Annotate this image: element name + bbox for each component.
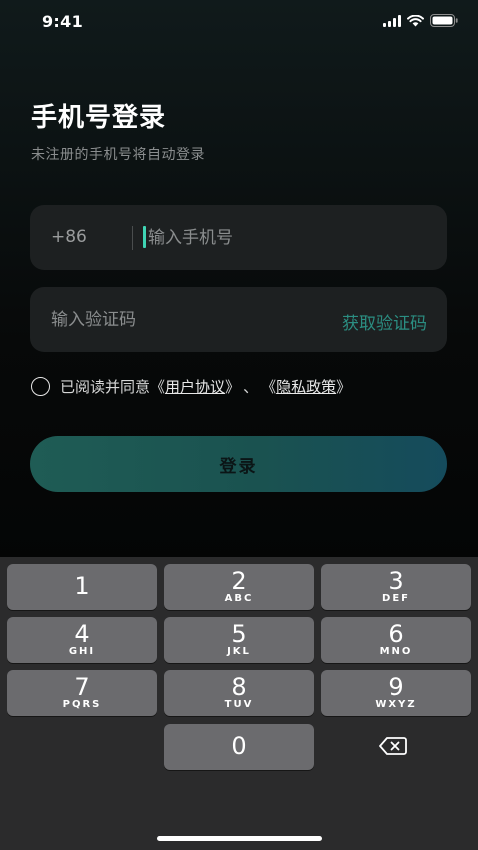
login-button[interactable]: 登录: [30, 436, 447, 492]
key-digit: 7: [74, 673, 90, 701]
key-digit: 9: [388, 673, 404, 701]
key-1[interactable]: 1: [7, 564, 157, 610]
user-agreement-close-bracket: 》: [225, 378, 241, 396]
key-letters: DEF: [382, 593, 410, 604]
key-digit: 1: [74, 572, 90, 600]
privacy-policy-link[interactable]: 隐私政策: [276, 376, 336, 397]
verification-code-input[interactable]: [51, 306, 301, 334]
key-digit: 4: [74, 620, 90, 648]
key-digit: 3: [388, 567, 404, 595]
key-letters: TUV: [224, 699, 254, 710]
user-agreement-link[interactable]: 用户协议: [165, 376, 225, 397]
wifi-icon: [407, 14, 424, 27]
key-5[interactable]: 5 JKL: [164, 617, 314, 663]
text-caret: [143, 226, 146, 248]
key-2[interactable]: 2 ABC: [164, 564, 314, 610]
key-letters: JKL: [227, 646, 251, 657]
agree-checkbox[interactable]: [31, 377, 50, 396]
key-letters: ABC: [224, 593, 254, 604]
verification-code-field[interactable]: 获取验证码: [30, 287, 447, 352]
key-0[interactable]: 0: [164, 724, 314, 770]
cellular-signal-icon: [383, 14, 401, 27]
agreement-row: 已阅读并同意 《 用户协议 》 、 《 隐私政策 》: [31, 376, 351, 397]
agreement-prefix: 已阅读并同意: [60, 378, 151, 396]
get-code-button[interactable]: 获取验证码: [342, 309, 427, 334]
status-icons: [383, 14, 458, 27]
phone-input[interactable]: [148, 224, 428, 252]
privacy-open-bracket: 《: [261, 378, 277, 396]
status-bar: 9:41: [0, 0, 478, 44]
field-divider: [132, 226, 133, 250]
key-6[interactable]: 6 MNO: [321, 617, 471, 663]
key-letters: GHI: [68, 646, 96, 657]
key-9[interactable]: 9 WXYZ: [321, 670, 471, 716]
page-title: 手机号登录: [31, 103, 167, 133]
phone-field[interactable]: +86: [30, 205, 447, 270]
key-letters: MNO: [379, 646, 413, 657]
key-8[interactable]: 8 TUV: [164, 670, 314, 716]
agreement-separator: 、: [243, 378, 259, 396]
key-digit: 0: [231, 732, 247, 760]
key-4[interactable]: 4 GHI: [7, 617, 157, 663]
privacy-close-bracket: 》: [336, 378, 352, 396]
key-3[interactable]: 3 DEF: [321, 564, 471, 610]
key-digit: 8: [231, 673, 247, 701]
key-digit: 6: [388, 620, 404, 648]
key-letters: WXYZ: [375, 699, 417, 710]
numeric-keyboard: 1 2 ABC 3 DEF 4 GHI 5 JKL 6 MNO 7 PQRS 8…: [0, 557, 478, 850]
battery-icon: [430, 14, 458, 27]
backspace-icon[interactable]: [378, 736, 414, 760]
key-7[interactable]: 7 PQRS: [7, 670, 157, 716]
key-letters: PQRS: [62, 699, 102, 710]
login-screen: 9:41 手机号登录 未注册的手机号将自动登录 +86 输入手机号 输入验证码 …: [0, 0, 478, 850]
page-subtitle: 未注册的手机号将自动登录: [31, 147, 205, 163]
key-digit: 5: [231, 620, 247, 648]
home-indicator: [157, 836, 322, 841]
user-agreement-open-bracket: 《: [150, 378, 166, 396]
status-time: 9:41: [42, 12, 83, 31]
country-code[interactable]: +86: [51, 227, 87, 247]
key-digit: 2: [231, 567, 247, 595]
